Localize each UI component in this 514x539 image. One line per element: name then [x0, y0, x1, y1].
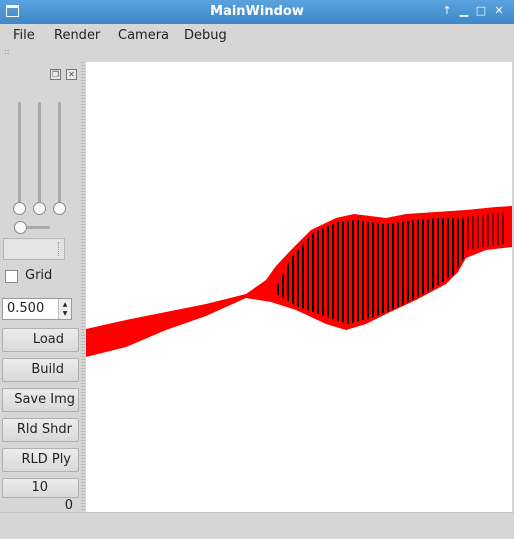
value-spinbox[interactable]: 0.500 ▲ ▼	[2, 298, 72, 320]
dock-splitter[interactable]	[81, 62, 85, 512]
status-bar	[0, 512, 514, 539]
spinbox-value: 0.500	[7, 301, 45, 316]
horizontal-slider-handle[interactable]	[14, 221, 27, 234]
spin-down-icon[interactable]: ▼	[60, 309, 70, 318]
render-canvas	[86, 206, 512, 357]
build-button[interactable]: Build	[2, 358, 79, 382]
dock-float-icon[interactable]: ❐	[50, 69, 61, 80]
menu-camera[interactable]: Camera	[118, 28, 169, 43]
slider-3-handle[interactable]	[53, 202, 66, 215]
menu-render[interactable]: Render	[54, 28, 100, 43]
reload-shader-button[interactable]: Rld Shdr	[2, 418, 79, 442]
title-bar: MainWindow ↑ ▁ □ ✕	[0, 0, 514, 24]
minimize-icon[interactable]: ▁	[456, 3, 472, 19]
count-button[interactable]: 10	[2, 478, 79, 498]
slider-1-handle[interactable]	[13, 202, 26, 215]
menu-file[interactable]: File	[13, 28, 35, 43]
save-image-button[interactable]: Save Img	[2, 388, 79, 412]
toolbar-strip	[0, 48, 514, 62]
reload-ply-button[interactable]: RLD Ply	[2, 448, 79, 472]
counter-value: 0	[64, 498, 73, 513]
spinbox-arrows: ▲ ▼	[58, 299, 71, 319]
load-button[interactable]: Load	[2, 328, 79, 352]
spin-up-icon[interactable]: ▲	[60, 300, 70, 309]
close-icon[interactable]: ✕	[491, 3, 507, 19]
render-viewport[interactable]	[86, 62, 512, 512]
grid-label: Grid	[25, 268, 53, 283]
menu-debug[interactable]: Debug	[184, 28, 227, 43]
vertical-slider-2[interactable]	[38, 102, 41, 204]
dropdown-separator	[58, 242, 60, 256]
dropdown-select[interactable]	[3, 238, 65, 260]
dock-close-icon[interactable]: ✕	[66, 69, 77, 80]
toolbar-grip-icon[interactable]: ::	[4, 48, 12, 58]
vertical-slider-1[interactable]	[18, 102, 21, 204]
menu-bar: File Render Camera Debug	[0, 24, 514, 48]
maximize-icon[interactable]: □	[473, 3, 489, 19]
grid-checkbox[interactable]	[5, 270, 18, 283]
control-dock: ❐ ✕ Grid 0.500 ▲ ▼ Load Build Save Img R…	[0, 62, 85, 513]
slider-2-handle[interactable]	[33, 202, 46, 215]
window-title: MainWindow	[210, 4, 304, 19]
keep-above-icon[interactable]: ↑	[439, 3, 455, 19]
vertical-slider-3[interactable]	[58, 102, 61, 204]
